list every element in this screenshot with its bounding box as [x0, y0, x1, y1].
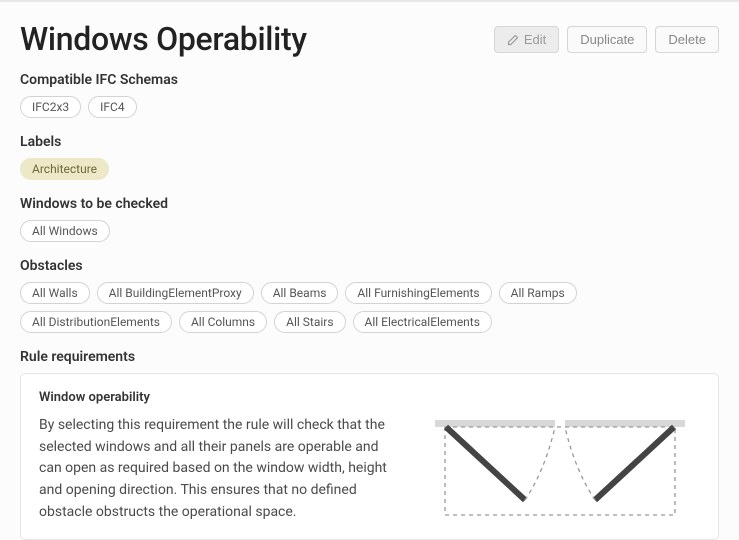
page-title: Windows Operability — [20, 20, 307, 58]
requirement-figure — [420, 390, 700, 520]
window-operability-icon — [425, 420, 695, 520]
labels-title: Labels — [20, 134, 719, 150]
schema-pill[interactable]: IFC2x3 — [20, 96, 81, 118]
obstacle-pill[interactable]: All Walls — [20, 282, 90, 304]
header-actions: Edit Duplicate Delete — [494, 26, 719, 53]
duplicate-button[interactable]: Duplicate — [567, 26, 647, 53]
edit-button[interactable]: Edit — [494, 26, 559, 53]
schemas-section: Compatible IFC Schemas IFC2x3 IFC4 — [20, 72, 719, 118]
delete-button[interactable]: Delete — [655, 26, 719, 53]
requirements-section: Rule requirements Window operability By … — [20, 349, 719, 540]
obstacle-pill[interactable]: All FurnishingElements — [345, 282, 491, 304]
windows-title: Windows to be checked — [20, 196, 719, 212]
obstacle-pill[interactable]: All Columns — [179, 311, 267, 333]
label-pill[interactable]: Architecture — [20, 158, 109, 180]
obstacle-pill[interactable]: All BuildingElementProxy — [97, 282, 254, 304]
windows-section: Windows to be checked All Windows — [20, 196, 719, 242]
obstacles-section: Obstacles All Walls All BuildingElementP… — [20, 258, 719, 333]
requirements-title: Rule requirements — [20, 349, 719, 365]
obstacle-pill[interactable]: All DistributionElements — [20, 311, 172, 333]
edit-label: Edit — [524, 32, 546, 47]
schemas-title: Compatible IFC Schemas — [20, 72, 719, 88]
obstacles-title: Obstacles — [20, 258, 719, 274]
obstacle-pill[interactable]: All ElectricalElements — [353, 311, 492, 333]
labels-section: Labels Architecture — [20, 134, 719, 180]
delete-label: Delete — [668, 32, 706, 47]
requirement-card-title: Window operability — [39, 390, 396, 405]
windows-pill[interactable]: All Windows — [20, 220, 110, 242]
obstacle-pill[interactable]: All Ramps — [499, 282, 577, 304]
requirement-card-description: By selecting this requirement the rule w… — [39, 415, 396, 523]
pencil-icon — [507, 34, 519, 46]
obstacle-pill[interactable]: All Stairs — [274, 311, 345, 333]
schema-pill[interactable]: IFC4 — [88, 96, 136, 118]
duplicate-label: Duplicate — [580, 32, 634, 47]
requirement-card: Window operability By selecting this req… — [20, 373, 719, 540]
obstacle-pill[interactable]: All Beams — [261, 282, 339, 304]
